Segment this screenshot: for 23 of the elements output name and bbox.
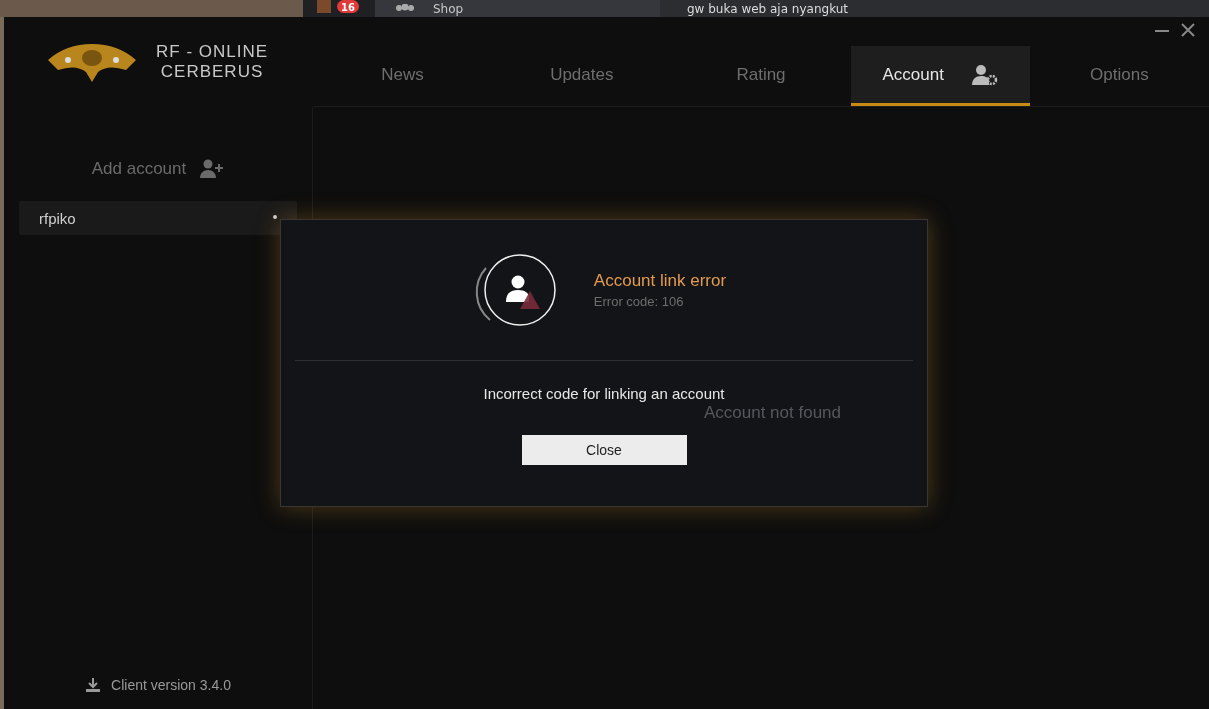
error-message: Incorrect code for linking an account bbox=[483, 385, 725, 402]
client-version: Client version 3.4.0 bbox=[111, 677, 231, 693]
group-icon bbox=[395, 3, 415, 14]
nav-tab[interactable]: Account bbox=[850, 46, 1030, 106]
nav-tab[interactable]: News bbox=[313, 46, 493, 106]
more-icon[interactable] bbox=[273, 215, 277, 221]
close-icon[interactable] bbox=[1181, 23, 1195, 37]
nav-tab[interactable]: Options bbox=[1029, 46, 1209, 106]
brand-name: RF - ONLINE CERBERUS bbox=[156, 42, 269, 82]
shop-label[interactable]: Shop bbox=[433, 0, 464, 17]
nav-tab[interactable]: Rating bbox=[671, 46, 851, 106]
close-button[interactable]: Close bbox=[521, 435, 687, 465]
empty-state-text: Account not found bbox=[703, 403, 841, 423]
error-title: Account link error bbox=[593, 271, 727, 291]
chat-message: gw buka web aja nyangkut bbox=[687, 0, 849, 17]
error-code: Error code: 106 bbox=[593, 294, 685, 309]
user-settings-icon bbox=[971, 63, 998, 86]
download-icon bbox=[85, 677, 102, 693]
nav-tab[interactable]: Updates bbox=[492, 46, 672, 106]
add-account-button[interactable]: Add account bbox=[91, 159, 225, 179]
add-user-icon bbox=[200, 159, 225, 179]
notification-badge: 16 bbox=[337, 0, 359, 13]
account-item[interactable]: rfpiko bbox=[19, 201, 297, 235]
